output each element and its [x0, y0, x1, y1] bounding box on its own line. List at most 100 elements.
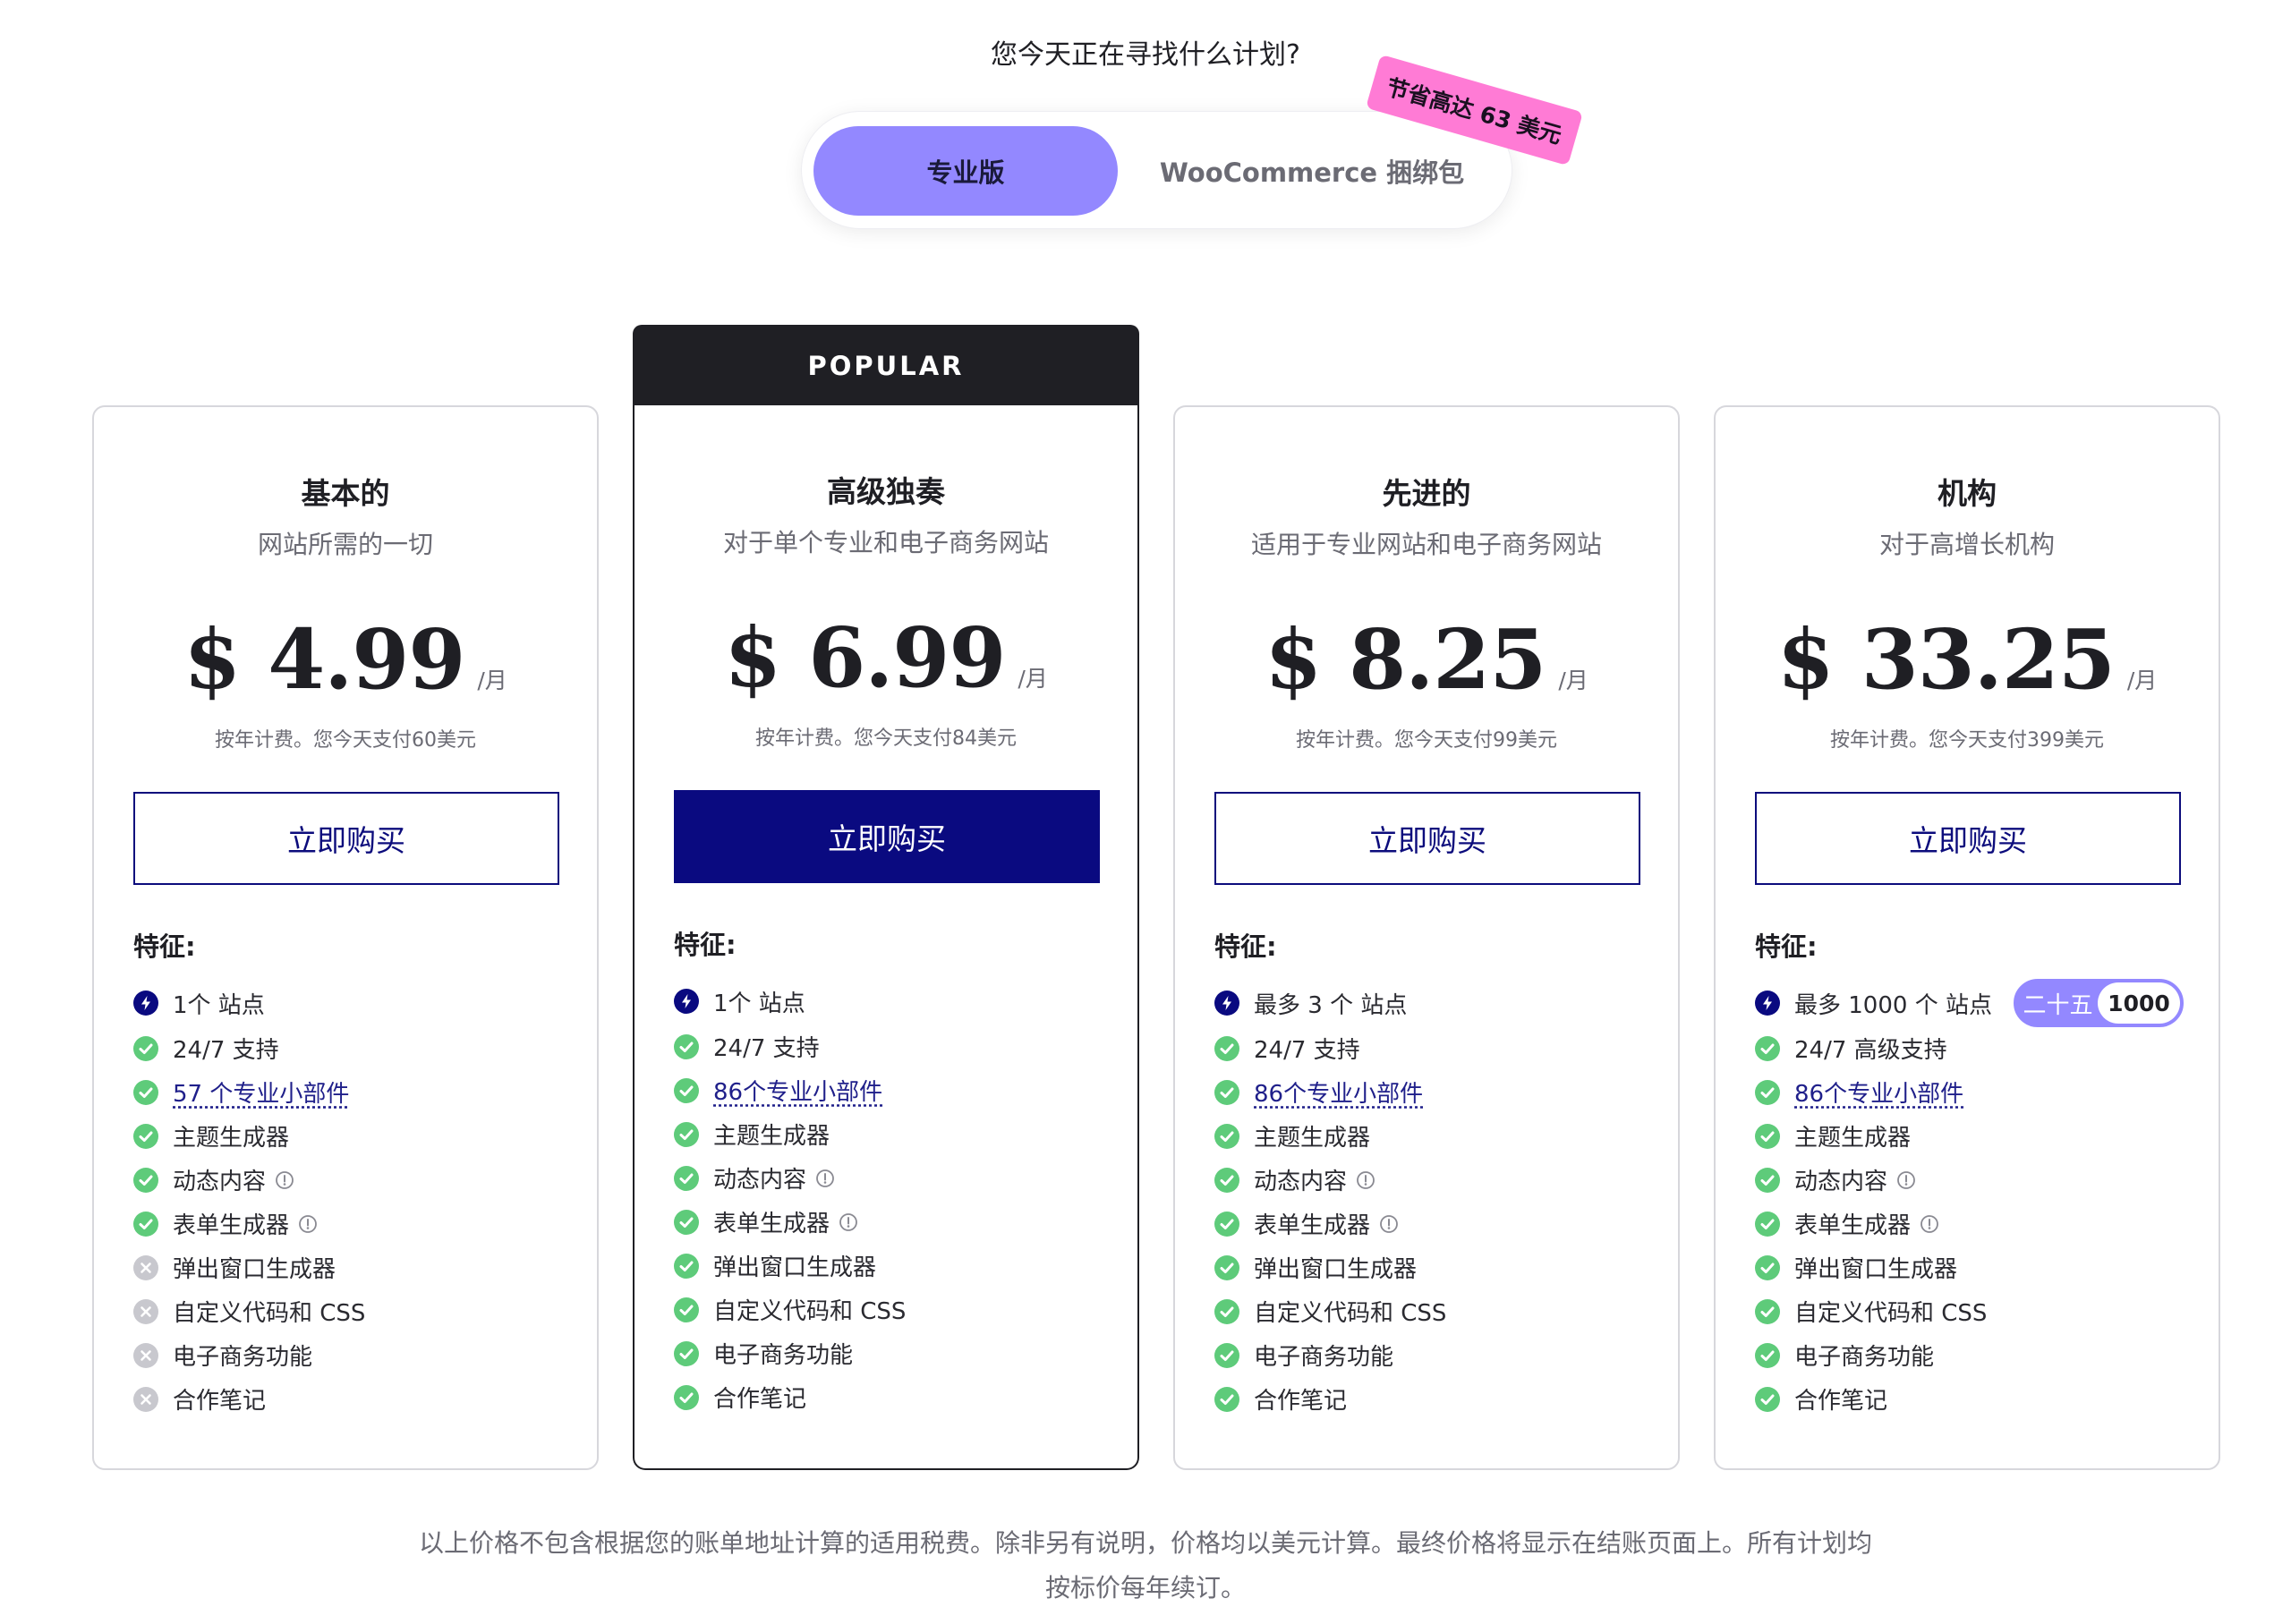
feature-label: 合作笔记: [1254, 1388, 1348, 1415]
buy-now-button[interactable]: 立即购买: [1755, 792, 2181, 885]
plan-name: 机构: [1938, 476, 1997, 511]
feature-label: 合作笔记: [1794, 1388, 1888, 1415]
plan-price: $ 8.25: [1265, 611, 1546, 708]
pro-widgets-link[interactable]: 86个专业小部件: [713, 1074, 882, 1107]
feature-label: 弹出窗口生成器: [713, 1254, 877, 1281]
pro-widgets-link[interactable]: 86个专业小部件: [1794, 1076, 1963, 1109]
price-period: /月: [477, 667, 507, 693]
info-icon[interactable]: [275, 1170, 294, 1190]
feature-label: 电子商务功能: [1254, 1344, 1394, 1371]
check-icon: [133, 1079, 158, 1105]
plan-card: 基本的 网站所需的一切 $ 4.99 /月 按年计费。您今天支付60美元 立即购…: [92, 405, 599, 1470]
feature-sites: 1个 站点: [133, 980, 572, 1026]
sites-option-25[interactable]: 二十五: [2015, 987, 2100, 1020]
toggle-woocommerce-option[interactable]: WooCommerce 捆绑包: [1133, 126, 1491, 216]
feature-support: 24/7 支持: [674, 1025, 1112, 1068]
toggle-pro-option[interactable]: 专业版: [813, 126, 1118, 216]
billing-note: 按年计费。您今天支付399美元: [1830, 729, 2104, 752]
check-icon: [674, 1253, 699, 1279]
info-icon[interactable]: [1356, 1170, 1375, 1190]
feature-sites: 最多 1000 个 站点 二十五 1000: [1755, 979, 2193, 1027]
feature-label: 弹出窗口生成器: [1254, 1256, 1418, 1283]
plan-question: 您今天正在寻找什么计划?: [991, 39, 1300, 71]
check-icon: [674, 1209, 699, 1235]
check-icon: [1214, 1342, 1239, 1368]
feature-dynamic-content: 动态内容: [133, 1158, 572, 1202]
check-icon: [1214, 1386, 1239, 1412]
feature-support: 24/7 支持: [1214, 1026, 1653, 1070]
bolt-icon: [674, 989, 699, 1014]
price-row: $ 4.99 /月: [94, 611, 597, 708]
info-icon[interactable]: [815, 1169, 835, 1188]
feature-form-builder: 表单生成器: [1214, 1202, 1653, 1246]
feature-label: 主题生成器: [1794, 1125, 1912, 1152]
feature-sites: 最多 3 个 站点: [1214, 980, 1653, 1026]
cross-icon: [133, 1386, 158, 1412]
feature-dynamic-content: 动态内容: [674, 1156, 1112, 1200]
buy-now-button[interactable]: 立即购买: [674, 790, 1100, 883]
info-icon[interactable]: [1920, 1214, 1939, 1234]
feature-label: 最多 3 个 站点: [1254, 991, 1408, 1019]
cross-icon: [133, 1342, 158, 1368]
plan-name: 先进的: [1382, 476, 1471, 511]
feature-label: 24/7 支持: [173, 1037, 279, 1064]
feature-theme-builder: 主题生成器: [1755, 1114, 2193, 1158]
popular-tab: POPULAR: [633, 325, 1139, 407]
check-icon: [1214, 1298, 1239, 1324]
feature-label: 表单生成器: [173, 1212, 290, 1239]
check-icon: [1214, 1211, 1239, 1237]
feature-label: 动态内容: [173, 1169, 267, 1195]
sites-count-switch[interactable]: 二十五 1000: [2013, 979, 2184, 1027]
feature-pro-widgets: 86个专业小部件: [674, 1068, 1112, 1112]
feature-label: 电子商务功能: [713, 1342, 854, 1369]
check-icon: [1755, 1254, 1780, 1280]
feature-label: 自定义代码和 CSS: [713, 1298, 907, 1325]
buy-now-button[interactable]: 立即购买: [133, 792, 559, 885]
feature-label: 合作笔记: [713, 1386, 807, 1413]
bolt-icon: [1214, 991, 1239, 1016]
plan-price: $ 33.25: [1776, 611, 2116, 708]
check-icon: [1214, 1123, 1239, 1149]
plan-description: 网站所需的一切: [257, 530, 433, 559]
plan-card: 先进的 适用于专业网站和电子商务网站 $ 8.25 /月 按年计费。您今天支付9…: [1173, 405, 1680, 1470]
feature-pro-widgets: 86个专业小部件: [1755, 1070, 2193, 1114]
feature-popup-builder: 弹出窗口生成器: [133, 1246, 572, 1289]
feature-list: 最多 3 个 站点 24/7 支持 86个专业小部件 主题生成器 动态内容 表单生成器弹…: [1214, 980, 1653, 1421]
feature-popup-builder: 弹出窗口生成器: [674, 1244, 1112, 1288]
cross-icon: [133, 1298, 158, 1324]
pro-widgets-link[interactable]: 86个专业小部件: [1254, 1076, 1423, 1109]
feature-list: 1个 站点 24/7 支持 86个专业小部件 主题生成器 动态内容 表单生成器 弹出窗口生…: [674, 978, 1112, 1419]
feature-form-builder: 表单生成器: [674, 1200, 1112, 1244]
plan-name: 基本的: [301, 476, 390, 511]
feature-ecommerce: 电子商务功能: [1214, 1333, 1653, 1377]
check-icon: [1214, 1035, 1239, 1061]
info-icon[interactable]: [1379, 1214, 1399, 1234]
pro-widgets-link[interactable]: 57 个专业小部件: [173, 1076, 349, 1109]
check-icon: [133, 1123, 158, 1149]
feature-label: 24/7 支持: [1254, 1037, 1360, 1064]
sites-option-1000[interactable]: 1000: [2097, 982, 2180, 1024]
feature-ecommerce: 电子商务功能: [1755, 1333, 2193, 1377]
buy-now-button[interactable]: 立即购买: [1214, 792, 1640, 885]
features-heading: 特征:: [1755, 931, 1818, 962]
check-icon: [133, 1211, 158, 1237]
feature-label: 电子商务功能: [173, 1344, 313, 1371]
check-icon: [674, 1340, 699, 1366]
check-icon: [674, 1121, 699, 1147]
info-icon[interactable]: [839, 1212, 858, 1232]
feature-label: 电子商务功能: [1794, 1344, 1935, 1371]
plan-price: $ 6.99: [724, 609, 1006, 706]
feature-label: 弹出窗口生成器: [173, 1256, 336, 1283]
price-row: $ 8.25 /月: [1175, 611, 1678, 708]
feature-label: 主题生成器: [173, 1125, 290, 1152]
billing-note: 按年计费。您今天支付99美元: [1296, 729, 1557, 752]
feature-pro-widgets: 86个专业小部件: [1214, 1070, 1653, 1114]
feature-popup-builder: 弹出窗口生成器: [1755, 1246, 2193, 1289]
feature-custom-code-css: 自定义代码和 CSS: [674, 1288, 1112, 1331]
info-icon[interactable]: [298, 1214, 318, 1234]
feature-label: 自定义代码和 CSS: [1794, 1300, 1988, 1327]
feature-collaborative-notes: 合作笔记: [1214, 1377, 1653, 1421]
plan-card: 高级独奏 对于单个专业和电子商务网站 $ 6.99 /月 按年计费。您今天支付8…: [633, 405, 1139, 1470]
feature-label: 表单生成器: [1254, 1212, 1371, 1239]
info-icon[interactable]: [1896, 1170, 1916, 1190]
